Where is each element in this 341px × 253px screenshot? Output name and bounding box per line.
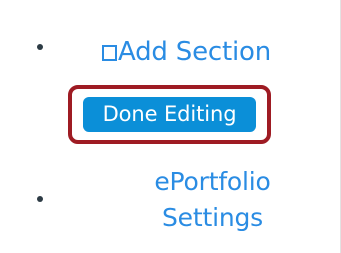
done-editing-button[interactable]: Done Editing	[83, 97, 256, 132]
add-section-label: Add Section	[118, 37, 272, 67]
eportfolio-settings-link[interactable]: ePortfolio Settings	[140, 164, 285, 236]
eportfolio-settings-line2: Settings	[162, 203, 263, 232]
bullet	[37, 196, 43, 202]
eportfolio-sidebar-menu: Add Section Done Editing ePortfolio Sett…	[0, 0, 341, 253]
bullet	[37, 44, 43, 50]
highlight-outline: Done Editing	[68, 85, 271, 144]
eportfolio-settings-line1: ePortfolio	[154, 167, 271, 196]
add-section-link[interactable]: Add Section	[102, 34, 271, 71]
square-icon	[102, 45, 117, 61]
